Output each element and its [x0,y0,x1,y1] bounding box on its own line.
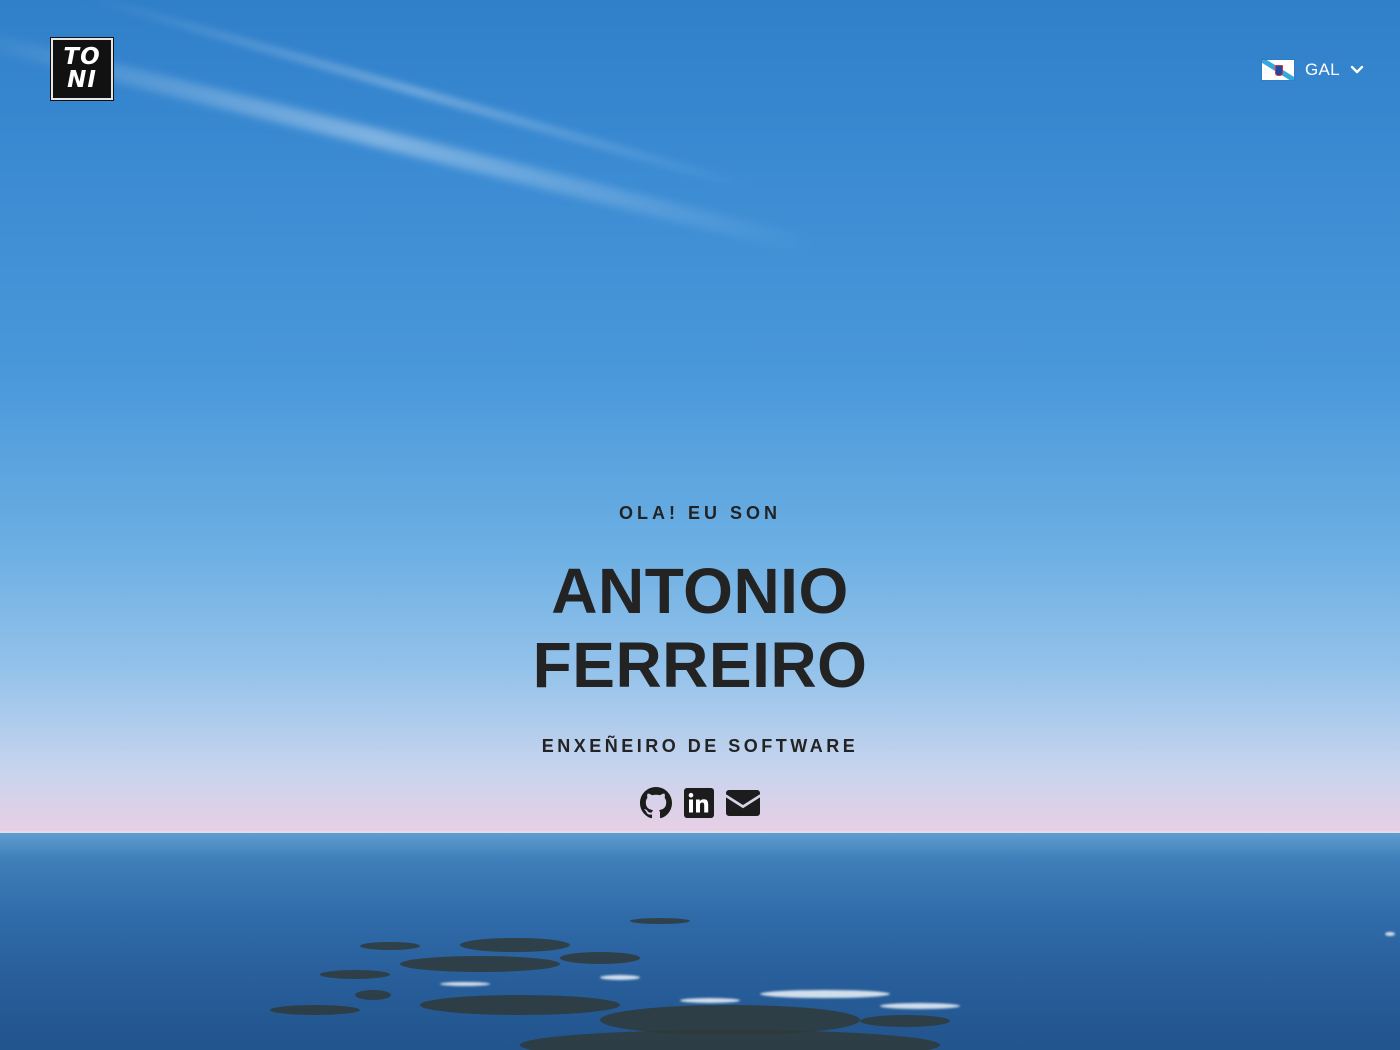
language-label: GAL [1305,60,1340,79]
linkedin-link[interactable] [684,786,714,820]
greeting-text: OLA! EU SON [618,503,781,523]
logo-text-line2: NI [67,67,97,93]
chevron-down-icon [1350,63,1364,77]
rock [630,918,690,924]
rock [560,952,640,964]
github-icon [640,787,672,819]
hero-name: ANTONIO FERREIRO [0,554,1400,702]
rock [320,970,390,979]
linkedin-icon [684,788,714,818]
site-logo[interactable]: TO NI [50,37,114,101]
rock [860,1015,950,1027]
hero-content: OLA! EU SON ANTONIO FERREIRO ENXEÑEIRO D… [0,500,1400,820]
language-selector[interactable]: GAL [1262,58,1364,82]
foam [600,975,640,980]
role-text: ENXEÑEIRO DE SOFTWARE [541,736,859,756]
social-links [0,786,1400,820]
name-last: FERREIRO [532,629,868,701]
logo-text-line1: TO [63,44,101,70]
github-link[interactable] [640,786,672,820]
name-first: ANTONIO [551,555,849,627]
foam [440,982,490,986]
rock [270,1005,360,1015]
rock [360,942,420,950]
galicia-flag-icon [1262,60,1294,80]
foam [1385,932,1395,936]
foam [760,990,890,998]
email-icon [726,790,760,816]
foam [680,998,740,1003]
rock [400,956,560,972]
rock [355,990,391,1000]
rock [460,938,570,952]
email-link[interactable] [726,786,760,820]
foam [880,1003,960,1009]
rock [420,995,620,1015]
